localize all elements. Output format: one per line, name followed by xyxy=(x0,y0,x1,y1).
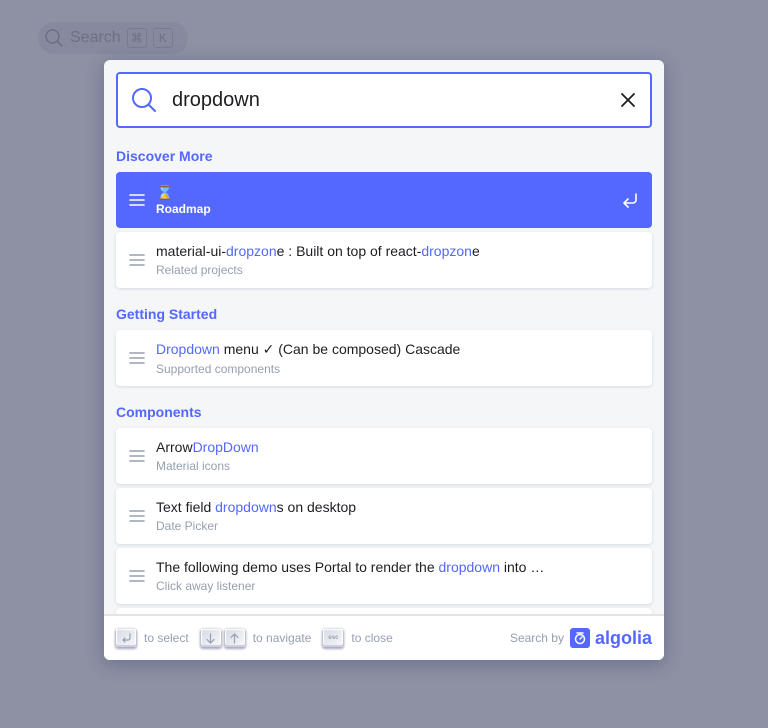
section-title: Components xyxy=(116,404,202,420)
hit-title: Dropdown menu ✓ (Can be composed) Cascad… xyxy=(156,340,461,357)
hit-arrow-dropdown[interactable]: ArrowDropDown Material icons xyxy=(116,428,652,484)
hourglass-emoji: ⌛ xyxy=(156,184,174,200)
select-label: to select xyxy=(144,631,189,645)
close-icon xyxy=(621,93,635,107)
algolia-wordmark: algolia xyxy=(594,627,652,648)
arrow-up-key xyxy=(224,629,245,647)
hit-text-field-dropdowns[interactable]: Text field dropdowns on desktop Date Pic… xyxy=(116,488,652,544)
content-icon xyxy=(129,510,145,522)
arrow-down-icon xyxy=(206,632,215,644)
k-key: K xyxy=(152,28,173,48)
results-list: Discover More ⌛ Roadmap material-ui-drop… xyxy=(104,140,664,615)
arrow-down-key xyxy=(200,629,221,647)
section-title: Getting Started xyxy=(116,306,218,322)
hit-portal-dropdown[interactable]: The following demo uses Portal to render… xyxy=(116,548,652,604)
content-icon xyxy=(129,570,145,582)
search-modal: Discover More ⌛ Roadmap material-ui-drop… xyxy=(104,60,664,660)
content-icon xyxy=(129,194,145,206)
hit-title: Text field dropdowns on desktop xyxy=(156,499,357,515)
hit-subtitle: Click away listener xyxy=(156,579,256,593)
enter-icon xyxy=(623,193,637,208)
arrow-up-icon xyxy=(230,632,239,644)
hit-dropdown-menu[interactable]: Dropdown menu ✓ (Can be composed) Cascad… xyxy=(116,330,652,386)
background-search-button: Search ⌘ K xyxy=(38,22,188,54)
content-icon xyxy=(129,450,145,462)
algolia-logo[interactable]: algolia xyxy=(569,627,652,649)
navigate-label: to navigate xyxy=(252,631,312,645)
enter-key xyxy=(116,629,136,647)
navigate-hint: to navigate xyxy=(200,629,312,647)
clear-search-button[interactable] xyxy=(618,90,638,110)
close-label: to close xyxy=(351,631,393,645)
select-hint: to select xyxy=(116,629,189,647)
list-item[interactable] xyxy=(116,608,652,615)
search-input[interactable] xyxy=(172,88,618,112)
hit-subtitle: Roadmap xyxy=(156,201,211,216)
hit-title: material-ui-dropzone : Built on top of r… xyxy=(156,243,480,259)
search-icon xyxy=(132,88,156,112)
section-title: Discover More xyxy=(116,148,213,164)
hit-title: ArrowDropDown xyxy=(156,439,259,455)
background-search-label: Search xyxy=(70,29,121,46)
hit-subtitle: Material icons xyxy=(156,459,231,473)
algolia-icon xyxy=(569,628,590,648)
hit-dropzone[interactable]: material-ui-dropzone : Built on top of r… xyxy=(116,232,652,288)
search-by-label: Search by xyxy=(509,631,564,645)
close-hint: esc to close xyxy=(323,629,393,647)
enter-icon xyxy=(121,632,131,643)
hit-title: The following demo uses Portal to render… xyxy=(156,559,545,575)
hit-subtitle: Related projects xyxy=(156,263,243,277)
search-form xyxy=(116,72,652,128)
hit-subtitle: Date Picker xyxy=(156,519,219,533)
escape-key-label: esc xyxy=(328,635,339,641)
modal-footer: to select to navigate esc to close Searc… xyxy=(104,615,664,660)
search-by[interactable]: Search by algolia xyxy=(510,628,652,649)
hit-roadmap[interactable]: ⌛ Roadmap xyxy=(116,172,652,228)
content-icon xyxy=(129,254,145,266)
content-icon xyxy=(129,352,145,364)
search-icon xyxy=(45,29,63,47)
hit-subtitle: Supported components xyxy=(156,361,281,376)
escape-key: esc xyxy=(323,629,344,647)
cmd-key: ⌘ xyxy=(126,28,147,48)
